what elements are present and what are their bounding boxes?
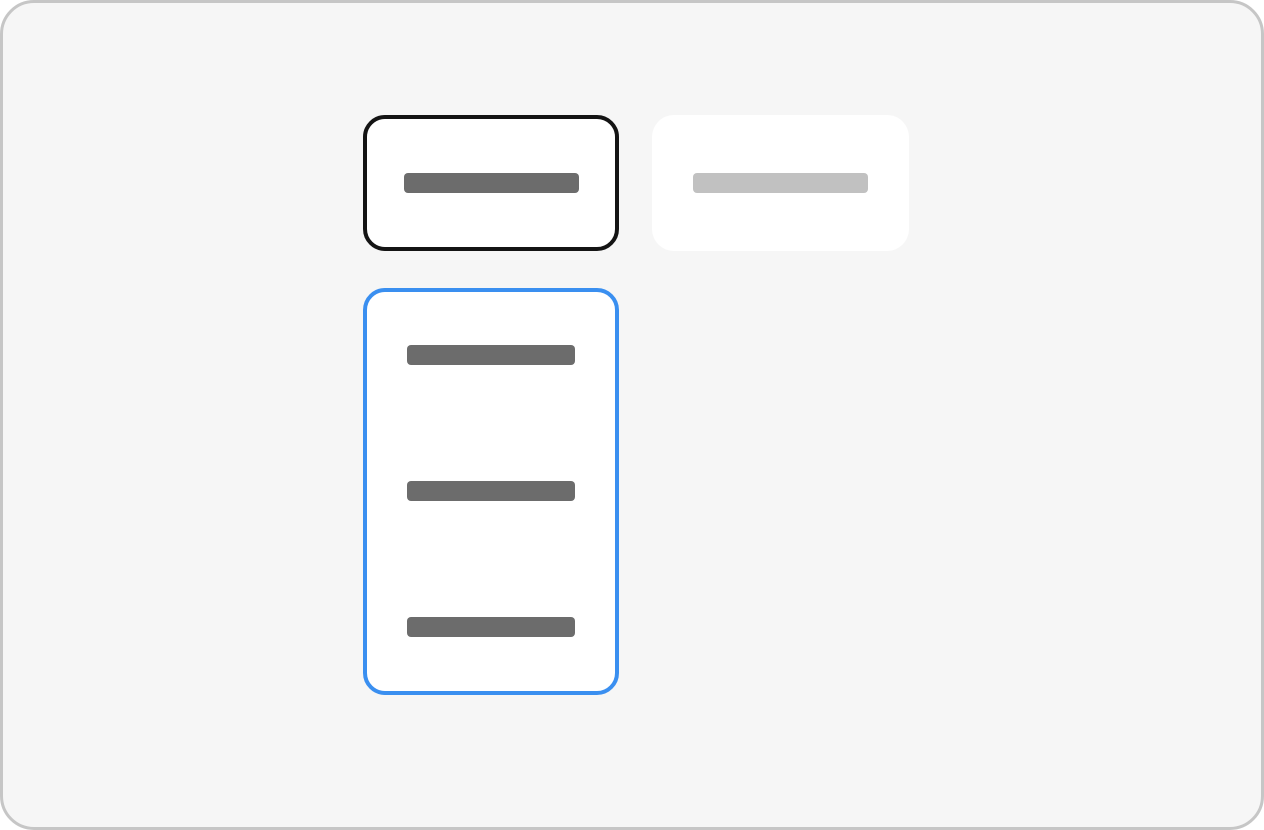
- option-tile-selected[interactable]: [363, 115, 619, 251]
- list-item[interactable]: [367, 564, 615, 700]
- list-item-label-placeholder: [407, 345, 575, 365]
- list-item[interactable]: [367, 292, 615, 428]
- list-item-label-placeholder: [407, 481, 575, 501]
- option-label-placeholder: [404, 173, 579, 193]
- list-item-label-placeholder: [407, 617, 575, 637]
- option-label-placeholder: [693, 173, 868, 193]
- option-tile-disabled: [652, 115, 909, 251]
- device-frame: [0, 0, 1264, 830]
- list-item[interactable]: [367, 428, 615, 564]
- dropdown-list[interactable]: [363, 288, 619, 695]
